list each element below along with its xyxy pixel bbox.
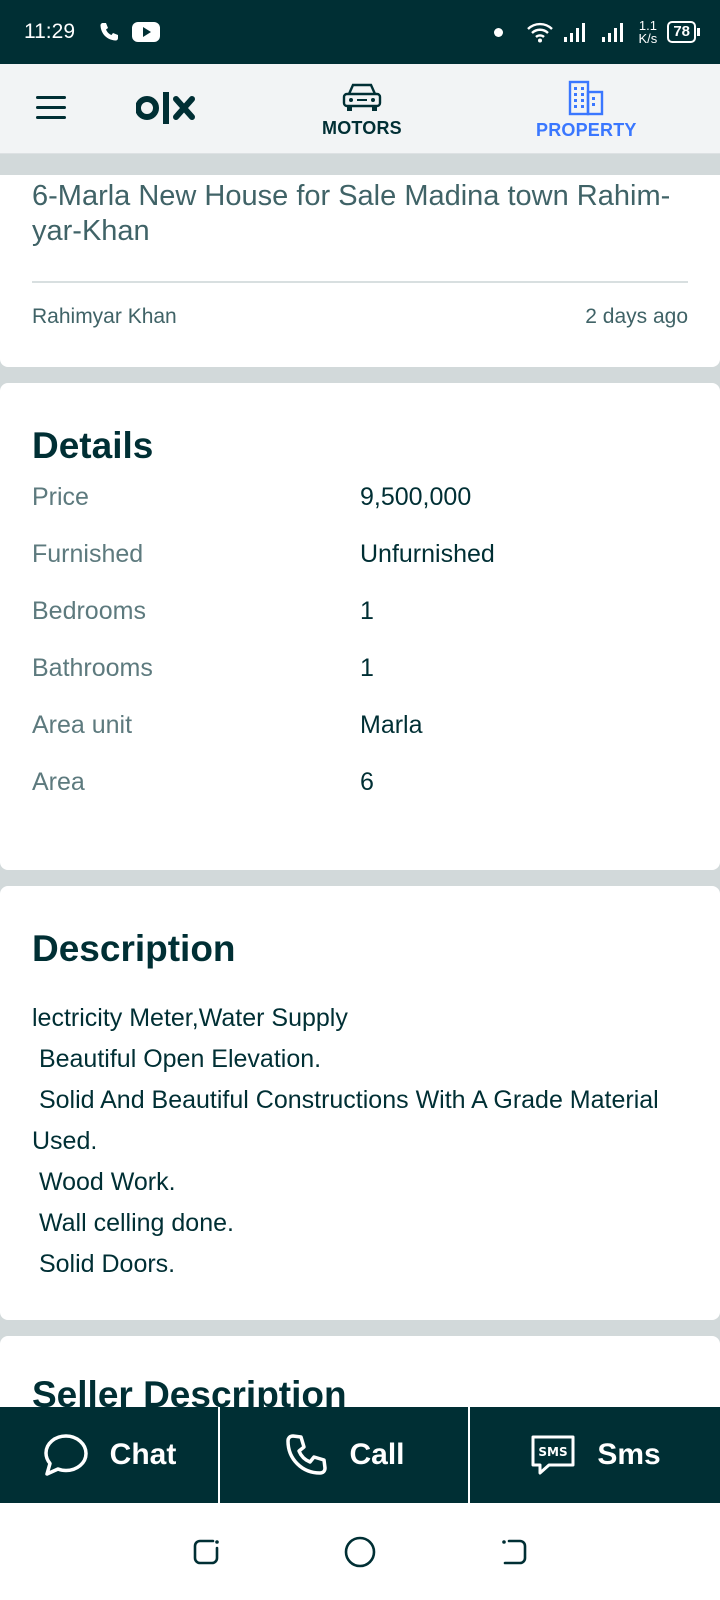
sms-label: Sms (597, 1438, 661, 1471)
description-card: Description lectricity Meter,Water Suppl… (0, 886, 720, 1320)
call-label: Call (349, 1438, 405, 1471)
description-body: lectricity Meter,Water Supply Beautiful … (32, 1004, 659, 1278)
status-time: 11:29 (24, 20, 75, 43)
detail-value: Marla (360, 711, 423, 739)
menu-icon[interactable] (36, 96, 66, 120)
top-nav: MOTORS PROPERTY (0, 64, 720, 154)
car-icon (342, 83, 382, 111)
detail-row-bathrooms: Bathrooms 1 (32, 654, 688, 694)
detail-row-bedrooms: Bedrooms 1 (32, 597, 688, 637)
detail-label: Area unit (32, 711, 133, 739)
svg-text:SMS: SMS (539, 1445, 568, 1459)
olx-logo[interactable] (136, 90, 202, 126)
status-bar: 11:29 1.1 K/s 78 (0, 0, 720, 64)
detail-value: 9,500,000 (360, 483, 472, 511)
nav-motors-label: MOTORS (322, 118, 402, 138)
battery-icon: 78 (667, 21, 700, 43)
detail-row-price: Price 9,500,000 (32, 483, 688, 523)
wifi-icon (526, 22, 553, 43)
detail-label: Bedrooms (32, 597, 146, 625)
recent-apps-icon[interactable] (189, 1535, 223, 1569)
detail-label: Price (32, 483, 89, 511)
detail-value: Unfurnished (360, 540, 495, 568)
contact-action-bar: Chat Call SMS Sms (0, 1407, 720, 1503)
detail-value: 1 (360, 597, 374, 625)
details-card: Details Price 9,500,000 Furnished Unfurn… (0, 383, 720, 870)
notification-dot-icon (493, 27, 503, 37)
detail-value: 1 (360, 654, 374, 682)
status-left-icons (97, 20, 161, 44)
system-nav-bar (0, 1503, 720, 1600)
detail-label: Furnished (32, 540, 144, 568)
detail-row-area-unit: Area unit Marla (32, 711, 688, 751)
nav-property[interactable]: PROPERTY (536, 80, 637, 141)
call-button[interactable]: Call (220, 1407, 470, 1503)
ad-title: 6-Marla New House for Sale Madina town R… (32, 180, 671, 247)
description-title: Description (32, 928, 236, 969)
nav-motors[interactable]: MOTORS (322, 80, 402, 139)
ad-posted-time: 2 days ago (585, 305, 688, 328)
ad-location: Rahimyar Khan (32, 305, 177, 328)
chat-bubble-icon (43, 1434, 88, 1476)
detail-row-furnished: Furnished Unfurnished (32, 540, 688, 580)
signal-icon (601, 23, 623, 42)
home-icon[interactable] (342, 1534, 378, 1570)
youtube-icon (132, 22, 160, 42)
detail-label: Bathrooms (32, 654, 153, 682)
detail-row-area: Area 6 (32, 768, 688, 808)
phone-call-icon (100, 23, 118, 41)
divider (32, 281, 688, 283)
detail-value: 6 (360, 768, 374, 796)
detail-label: Area (32, 768, 85, 796)
ad-summary-card: 6-Marla New House for Sale Madina town R… (0, 175, 720, 367)
sms-icon: SMS (531, 1435, 575, 1475)
net-speed: 1.1 K/s (639, 19, 658, 45)
building-icon (569, 80, 604, 116)
net-speed-unit: K/s (638, 31, 658, 46)
back-icon[interactable] (497, 1535, 531, 1569)
details-title: Details (32, 425, 154, 466)
phone-icon (286, 1434, 328, 1475)
chat-label: Chat (109, 1438, 177, 1471)
nav-property-label: PROPERTY (536, 120, 637, 140)
chat-button[interactable]: Chat (0, 1407, 220, 1503)
battery-level: 78 (673, 23, 690, 40)
sms-button[interactable]: SMS Sms (470, 1407, 720, 1503)
signal-icon (563, 23, 585, 42)
status-right-icons: 1.1 K/s 78 (493, 19, 700, 45)
